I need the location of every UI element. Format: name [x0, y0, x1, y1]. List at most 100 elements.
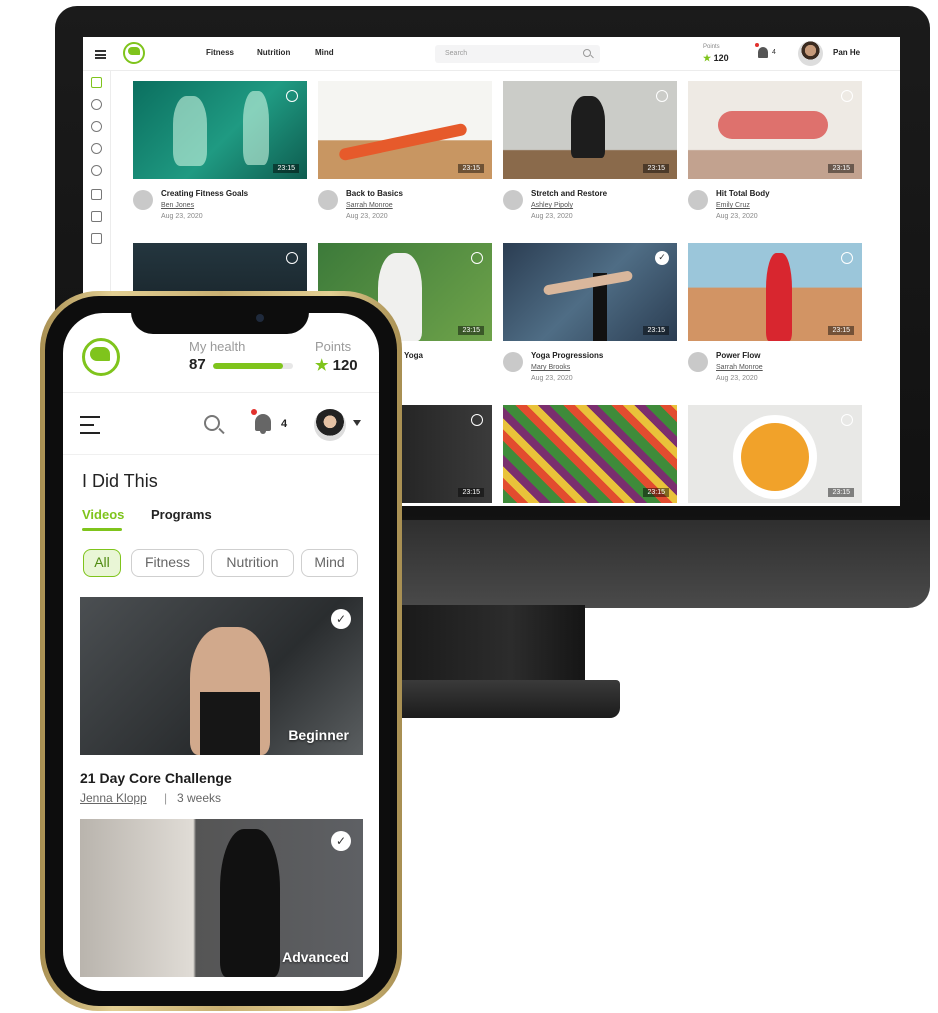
video-title[interactable]: Creating Fitness Goals — [161, 189, 248, 198]
home-icon[interactable] — [91, 77, 102, 88]
clock-icon[interactable] — [286, 90, 298, 102]
filter-fitness[interactable]: Fitness — [131, 549, 204, 577]
clock-icon[interactable] — [286, 252, 298, 264]
filter-all[interactable]: All — [83, 549, 121, 577]
clock-icon[interactable] — [841, 252, 853, 264]
mobile-toolbar: 4 — [63, 395, 379, 455]
author-avatar[interactable] — [503, 352, 523, 372]
video-author[interactable]: Sarrah Monroe — [346, 202, 393, 209]
video-duration: 23:15 — [643, 326, 669, 335]
search-icon[interactable] — [583, 49, 591, 57]
video-card[interactable]: 23:15 Back to Basics Sarrah Monroe Aug 2… — [318, 81, 492, 231]
health-value: 87 — [189, 356, 206, 373]
tab-videos[interactable]: Videos — [82, 507, 124, 531]
monitor-stand — [400, 605, 585, 685]
video-thumbnail[interactable]: 23:15 — [688, 243, 862, 341]
notification-count: 4 — [281, 418, 288, 430]
search-icon[interactable] — [204, 415, 220, 431]
video-date: Aug 23, 2020 — [716, 375, 758, 382]
program-duration: 3 weeks — [177, 791, 222, 805]
video-thumbnail[interactable]: 23:15 — [688, 405, 862, 503]
video-author[interactable]: Emily Cruz — [716, 202, 750, 209]
tab-programs[interactable]: Programs — [151, 507, 212, 522]
video-title[interactable]: Power Flow — [716, 351, 760, 360]
video-title[interactable]: Hit Total Body — [716, 189, 770, 198]
video-thumbnail[interactable]: 23:15 — [318, 81, 492, 179]
program-author[interactable]: Jenna Klopp — [80, 791, 147, 805]
video-card[interactable]: 23:15 Power Flow Sarrah Monroe Aug 23, 2… — [688, 243, 862, 393]
video-card[interactable]: 23:15 Hit Total Body Emily Cruz Aug 23, … — [688, 81, 862, 231]
video-author[interactable]: Mary Brooks — [531, 364, 570, 371]
notification-count: 4 — [772, 49, 776, 56]
clock-icon[interactable] — [471, 414, 483, 426]
chart-icon[interactable] — [91, 189, 102, 200]
clock-icon[interactable] — [471, 252, 483, 264]
filter-mind[interactable]: Mind — [301, 549, 358, 577]
video-author[interactable]: Ashley Pipoly — [531, 202, 573, 209]
program-thumbnail[interactable]: ✓ Advanced — [80, 819, 363, 977]
video-duration: 23:15 — [643, 488, 669, 497]
heart-icon[interactable] — [91, 99, 102, 110]
check-icon[interactable]: ✓ — [655, 251, 669, 265]
points-number: 120 — [713, 53, 729, 63]
clock-icon[interactable] — [841, 414, 853, 426]
video-duration: 23:15 — [273, 164, 299, 173]
video-author[interactable]: Ben Jones — [161, 202, 194, 209]
level-badge: Beginner — [288, 727, 349, 743]
author-avatar[interactable] — [133, 190, 153, 210]
health-progress-fill — [213, 363, 283, 369]
chevron-down-icon[interactable] — [353, 420, 361, 426]
nav-mind[interactable]: Mind — [315, 48, 334, 57]
video-duration: 23:15 — [643, 164, 669, 173]
video-card[interactable]: 23:15 — [503, 405, 677, 503]
author-avatar[interactable] — [503, 190, 523, 210]
health-label: My health — [189, 339, 246, 354]
video-thumbnail[interactable]: 23:15 — [503, 81, 677, 179]
app-logo[interactable] — [123, 42, 145, 64]
menu-icon[interactable] — [95, 50, 106, 59]
user-name[interactable]: Pan He — [833, 48, 860, 57]
user-avatar[interactable] — [798, 41, 823, 66]
video-thumbnail[interactable]: 23:15 — [688, 81, 862, 179]
program-title[interactable]: 21 Day Core Challenge — [80, 770, 232, 786]
tv-icon[interactable] — [91, 233, 102, 244]
video-card[interactable]: ✓ 23:15 Yoga Progressions Mary Brooks Au… — [503, 243, 677, 393]
bell-icon[interactable] — [255, 414, 271, 434]
video-thumbnail[interactable]: 23:15 — [503, 405, 677, 503]
nav-nutrition[interactable]: Nutrition — [257, 48, 290, 57]
search-input[interactable]: Search — [435, 45, 600, 63]
clock-icon[interactable] — [841, 90, 853, 102]
program-thumbnail[interactable]: ✓ Beginner — [80, 597, 363, 755]
search-placeholder: Search — [445, 50, 468, 57]
video-title[interactable]: Back to Basics — [346, 189, 403, 198]
video-title[interactable]: Yoga Progressions — [531, 351, 603, 360]
bell-icon[interactable] — [758, 47, 768, 58]
user-avatar[interactable] — [314, 409, 346, 441]
video-card[interactable]: 23:15 Stretch and Restore Ashley Pipoly … — [503, 81, 677, 231]
author-avatar[interactable] — [688, 352, 708, 372]
check-circle-icon[interactable] — [91, 121, 102, 132]
filter-nutrition[interactable]: Nutrition — [211, 549, 294, 577]
video-title[interactable]: Yoga — [404, 351, 423, 360]
video-title[interactable]: Stretch and Restore — [531, 189, 607, 198]
points-number: 120 — [332, 357, 358, 374]
check-icon[interactable]: ✓ — [331, 831, 351, 851]
check-icon[interactable]: ✓ — [331, 609, 351, 629]
phone-notch — [131, 296, 309, 334]
video-card[interactable]: 23:15 — [688, 405, 862, 503]
video-thumbnail[interactable]: 23:15 — [133, 81, 307, 179]
megaphone-icon[interactable] — [91, 211, 102, 222]
clock-icon[interactable] — [91, 165, 102, 176]
video-duration: 23:15 — [458, 326, 484, 335]
author-avatar[interactable] — [688, 190, 708, 210]
clock-icon[interactable] — [656, 90, 668, 102]
nav-fitness[interactable]: Fitness — [206, 48, 234, 57]
video-duration: 23:15 — [458, 488, 484, 497]
video-thumbnail[interactable]: ✓ 23:15 — [503, 243, 677, 341]
author-avatar[interactable] — [318, 190, 338, 210]
video-author[interactable]: Sarrah Monroe — [716, 364, 763, 371]
video-card[interactable]: 23:15 Creating Fitness Goals Ben Jones A… — [133, 81, 307, 231]
eye-icon[interactable] — [91, 143, 102, 154]
menu-icon[interactable] — [80, 416, 100, 434]
app-logo[interactable] — [82, 338, 120, 376]
